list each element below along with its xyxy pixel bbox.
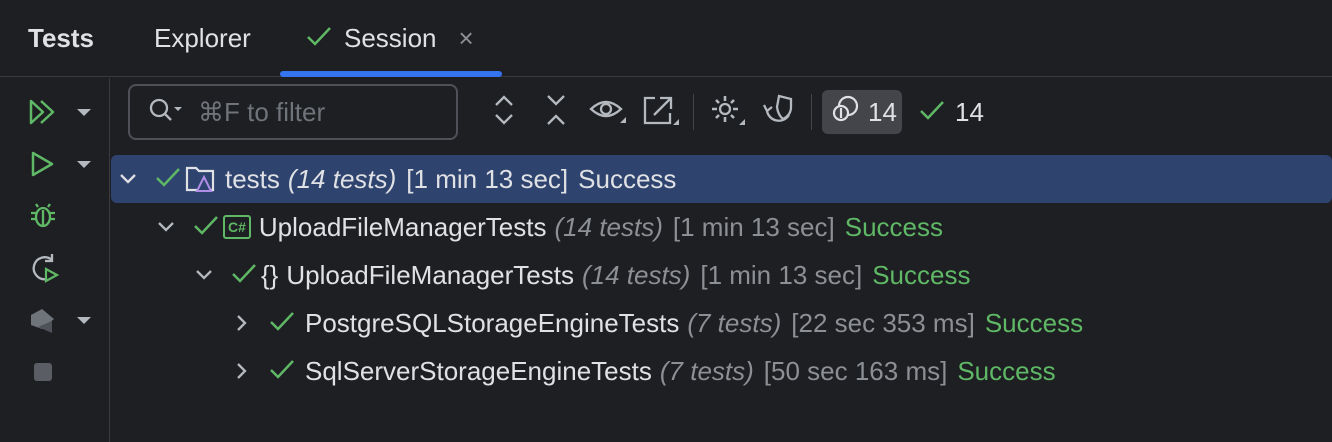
active-tab-indicator bbox=[280, 71, 502, 77]
node-duration: [1 min 13 sec] bbox=[672, 211, 835, 242]
export-button[interactable] bbox=[641, 92, 681, 132]
tree-row[interactable]: tests (14 tests) [1 min 13 sec] Success bbox=[111, 155, 1332, 203]
filter-box[interactable] bbox=[128, 84, 458, 140]
check-icon bbox=[269, 356, 295, 387]
check-icon bbox=[193, 212, 219, 243]
toolbar-separator bbox=[811, 94, 812, 130]
eye-icon bbox=[589, 95, 627, 130]
collapse-all-button[interactable] bbox=[536, 92, 576, 132]
collapse-all-icon bbox=[544, 93, 568, 132]
chevron-down-icon[interactable] bbox=[155, 221, 177, 233]
node-test-count: (7 tests) bbox=[687, 307, 782, 338]
coverage-icon bbox=[28, 305, 58, 340]
run-button[interactable] bbox=[28, 149, 92, 183]
close-icon[interactable]: × bbox=[459, 23, 474, 54]
total-tests-filter[interactable]: 14 bbox=[822, 90, 902, 134]
node-status: Success bbox=[844, 211, 943, 242]
chevron-down-icon[interactable] bbox=[193, 269, 215, 281]
tool-window-tabbar: Tests Explorer Session × bbox=[0, 0, 1332, 77]
node-name: tests bbox=[225, 163, 280, 194]
tab-explorer[interactable]: Explorer bbox=[154, 0, 251, 77]
run-all-icon bbox=[28, 97, 58, 132]
node-status: Success bbox=[578, 163, 677, 194]
tab-session-label: Session bbox=[344, 23, 437, 53]
shield-refresh-icon bbox=[761, 93, 797, 132]
passed-count: 14 bbox=[955, 96, 984, 127]
node-status: Success bbox=[872, 259, 971, 290]
chevron-down-icon[interactable] bbox=[117, 173, 139, 185]
stop-icon bbox=[28, 357, 58, 392]
csharp-project-icon: C# bbox=[223, 215, 251, 239]
node-status: Success bbox=[957, 355, 1056, 386]
tab-session[interactable]: Session × bbox=[306, 0, 474, 77]
total-count: 14 bbox=[868, 96, 897, 127]
node-name: PostgreSQLStorageEngineTests bbox=[305, 307, 680, 338]
chevron-right-icon[interactable] bbox=[231, 362, 253, 380]
check-icon bbox=[269, 308, 295, 339]
run-all-button[interactable] bbox=[28, 97, 92, 131]
continuous-testing-button[interactable] bbox=[759, 92, 799, 132]
check-icon bbox=[919, 97, 945, 128]
run-icon bbox=[28, 149, 58, 184]
node-duration: [22 sec 353 ms] bbox=[791, 307, 975, 338]
tab-explorer-label: Explorer bbox=[154, 23, 251, 53]
export-icon bbox=[642, 93, 680, 132]
show-filter-button[interactable] bbox=[588, 92, 628, 132]
tree-row[interactable]: {} UploadFileManagerTests (14 tests) [1 … bbox=[111, 251, 1332, 299]
chevron-down-icon[interactable] bbox=[76, 313, 92, 331]
chevron-down-icon[interactable] bbox=[76, 157, 92, 175]
expand-all-button[interactable] bbox=[484, 92, 524, 132]
node-test-count: (7 tests) bbox=[659, 355, 754, 386]
node-duration: [50 sec 163 ms] bbox=[763, 355, 948, 386]
chevron-down-icon[interactable] bbox=[76, 105, 92, 123]
node-name: UploadFileManagerTests bbox=[286, 259, 574, 290]
settings-button[interactable] bbox=[707, 92, 747, 132]
test-session-panel: 14 14 tests (14 tests) [1 min 13 sec] Su… bbox=[111, 78, 1332, 442]
filter-input[interactable] bbox=[198, 96, 438, 128]
node-name: SqlServerStorageEngineTests bbox=[305, 355, 652, 386]
folder-test-icon bbox=[185, 164, 217, 194]
chevron-right-icon[interactable] bbox=[231, 314, 253, 332]
check-icon bbox=[306, 23, 332, 54]
tests-total-icon bbox=[832, 95, 860, 130]
check-icon bbox=[231, 260, 257, 291]
tree-row[interactable]: PostgreSQLStorageEngineTests (7 tests) [… bbox=[111, 299, 1332, 347]
passed-tests-filter[interactable]: 14 bbox=[919, 90, 984, 134]
rerun-button[interactable] bbox=[28, 253, 60, 287]
node-duration: [1 min 13 sec] bbox=[406, 163, 569, 194]
tool-window-title: Tests bbox=[28, 23, 94, 53]
run-with-coverage-button[interactable] bbox=[28, 305, 92, 339]
namespace-icon: {} bbox=[261, 259, 279, 290]
node-name: UploadFileManagerTests bbox=[258, 211, 547, 242]
toolbar-separator bbox=[693, 94, 694, 130]
node-test-count: (14 tests) bbox=[554, 211, 663, 242]
node-test-count: (14 tests) bbox=[581, 259, 691, 290]
node-test-count: (14 tests) bbox=[287, 163, 397, 194]
bug-icon bbox=[28, 201, 58, 236]
node-duration: [1 min 13 sec] bbox=[700, 259, 863, 290]
tree-row[interactable]: C# UploadFileManagerTests (14 tests) [1 … bbox=[111, 203, 1332, 251]
tree-row[interactable]: SqlServerStorageEngineTests (7 tests) [5… bbox=[111, 347, 1332, 395]
stop-button[interactable] bbox=[28, 357, 58, 391]
check-icon bbox=[155, 164, 181, 195]
search-icon bbox=[148, 97, 182, 128]
left-toolbar bbox=[0, 78, 110, 442]
expand-all-icon bbox=[492, 93, 516, 132]
rerun-icon bbox=[28, 252, 60, 289]
gear-icon bbox=[708, 93, 746, 132]
node-status: Success bbox=[984, 307, 1084, 338]
debug-button[interactable] bbox=[28, 201, 58, 235]
